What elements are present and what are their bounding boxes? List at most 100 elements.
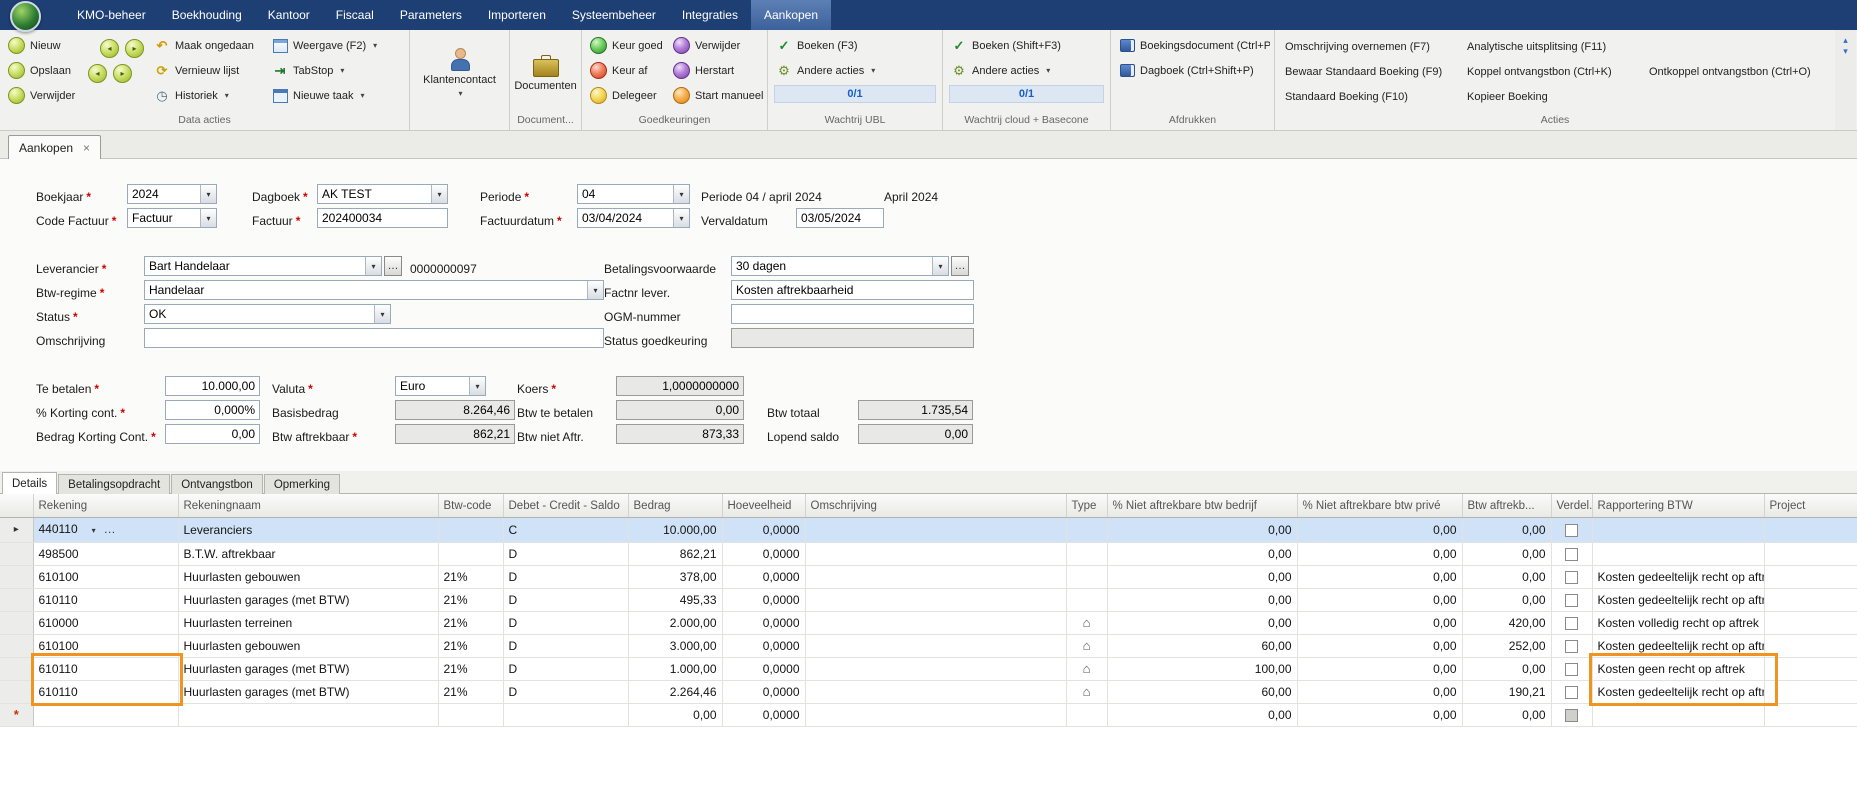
detail-tab-betalingsopdracht[interactable]: Betalingsopdracht (58, 474, 170, 494)
action-item-analytische-uitsplitsing-f11[interactable]: Analytische uitsplitsing (F11) (1463, 34, 1645, 59)
status-select[interactable]: OK▾ (144, 304, 391, 324)
column-header-btw-code[interactable]: Btw-code (438, 494, 503, 518)
menu-item-aankopen[interactable]: Aankopen (751, 0, 831, 30)
verdeel-checkbox[interactable] (1565, 524, 1578, 537)
action-item-koppel-ontvangstbon-ctrl-k[interactable]: Koppel ontvangstbon (Ctrl+K) (1463, 59, 1645, 84)
factuurdatum-select[interactable]: 03/04/2024▾ (577, 208, 690, 228)
start-manueel-button[interactable]: Start manueel (669, 83, 763, 108)
verdeel-checkbox[interactable] (1565, 686, 1578, 699)
cloud-queue-count[interactable]: 0/1 (949, 85, 1104, 103)
column-header-niet-aftrekbare-btw-bedrijf[interactable]: % Niet aftrekbare btw bedrijf (1107, 494, 1297, 518)
menu-item-integraties[interactable]: Integraties (669, 0, 751, 30)
verdeel-checkbox[interactable] (1565, 548, 1578, 561)
opslaan-button[interactable]: Opslaan (4, 58, 88, 83)
dagboek-select[interactable]: AK TEST▾ (317, 184, 448, 204)
column-header-bedrag[interactable]: Bedrag (628, 494, 722, 518)
action-item-standaard-boeking-f10[interactable]: Standaard Boeking (F10) (1281, 84, 1463, 109)
prev-record-button[interactable]: ◂ (100, 39, 119, 58)
factuur-input[interactable]: 202400034 (317, 208, 448, 228)
menu-item-fiscaal[interactable]: Fiscaal (323, 0, 387, 30)
boekingsdocument-button[interactable]: Boekingsdocument (Ctrl+P) (1115, 33, 1270, 58)
column-header-rapportering-btw[interactable]: Rapportering BTW (1592, 494, 1764, 518)
cloud-andere-acties-button[interactable]: ⚙ Andere acties ▾ (947, 58, 1106, 83)
klantencontact-button[interactable]: Klantencontact ▾ (414, 33, 505, 113)
dagboek-button[interactable]: Dagboek (Ctrl+Shift+P) (1115, 58, 1270, 83)
ogm-nummer-input[interactable] (731, 304, 974, 324)
tabstop-button[interactable]: ⇥ TabStop ▾ (268, 58, 400, 83)
historiek-button[interactable]: ◷ Historiek ▾ (150, 83, 268, 108)
app-logo[interactable] (10, 1, 41, 32)
menu-item-importeren[interactable]: Importeren (475, 0, 559, 30)
action-item-bewaar-standaard-boeking-f9[interactable]: Bewaar Standaard Boeking (F9) (1281, 59, 1463, 84)
menu-item-kantoor[interactable]: Kantoor (255, 0, 323, 30)
grid-row[interactable]: 610110Huurlasten garages (met BTW)21%D49… (0, 589, 1857, 612)
menu-item-systeembeheer[interactable]: Systeembeheer (559, 0, 669, 30)
action-item-omschrijving-overnemen-f7[interactable]: Omschrijving overnemen (F7) (1281, 34, 1463, 59)
verwijder-button[interactable]: Verwijder (4, 83, 88, 108)
last-record-button[interactable]: ▸ (113, 64, 132, 83)
cell-rekening[interactable] (33, 704, 178, 727)
ubl-queue-count[interactable]: 0/1 (774, 85, 936, 103)
action-item-kopieer-boeking[interactable]: Kopieer Boeking (1463, 84, 1645, 109)
maak-ongedaan-button[interactable]: ↶ Maak ongedaan (150, 33, 268, 58)
column-header-omschrijving[interactable]: Omschrijving (805, 494, 1066, 518)
verdeel-checkbox[interactable] (1565, 571, 1578, 584)
keur-goed-button[interactable]: Keur goed (586, 33, 669, 58)
vervaldatum-input[interactable]: 03/05/2024 (796, 208, 884, 228)
verdeel-checkbox[interactable] (1565, 640, 1578, 653)
column-header-btw-aftrekb[interactable]: Btw aftrekb... (1462, 494, 1551, 518)
tab-aankopen[interactable]: Aankopen × (8, 135, 101, 159)
menu-item-kmo-beheer[interactable]: KMO-beheer (64, 0, 159, 30)
cell-rekening[interactable]: 610110 (33, 658, 178, 681)
verdeel-checkbox[interactable] (1565, 594, 1578, 607)
ubl-andere-acties-button[interactable]: ⚙ Andere acties ▾ (772, 58, 938, 83)
cell-rekening[interactable]: 610110 (33, 589, 178, 612)
chevron-down-icon[interactable]: ▾ (92, 526, 96, 535)
first-record-button[interactable]: ◂ (88, 64, 107, 83)
grid-row[interactable]: 610100Huurlasten gebouwen21%D3.000,000,0… (0, 635, 1857, 658)
cell-rekening[interactable]: 610110 (33, 681, 178, 704)
leverancier-select[interactable]: Bart Handelaar▾ (144, 256, 382, 276)
column-header-type[interactable]: Type (1066, 494, 1107, 518)
nieuwe-taak-button[interactable]: Nieuwe taak ▾ (268, 83, 400, 108)
grid-row[interactable]: 610000Huurlasten terreinen21%D2.000,000,… (0, 612, 1857, 635)
scroll-up-icon[interactable]: ▴ (1843, 36, 1848, 45)
bedrag-korting-input[interactable]: 0,00 (165, 424, 260, 444)
ellipsis-lookup-button[interactable]: … (104, 522, 116, 536)
betalingsvoorwaarde-select[interactable]: 30 dagen▾ (731, 256, 949, 276)
column-header-rekeningnaam[interactable]: Rekeningnaam (178, 494, 438, 518)
close-icon[interactable]: × (83, 141, 90, 155)
grid-row[interactable]: *0,000,00000,000,000,00 (0, 704, 1857, 727)
code-factuur-select[interactable]: Factuur▾ (127, 208, 217, 228)
factnr-lever-input[interactable]: Kosten aftrekbaarheid (731, 280, 974, 300)
detail-tab-ontvangstbon[interactable]: Ontvangstbon (171, 474, 263, 494)
grid-row[interactable]: 610110Huurlasten garages (met BTW)21%D1.… (0, 658, 1857, 681)
cell-rekening[interactable]: 440110▾… (33, 518, 178, 543)
detail-tab-opmerking[interactable]: Opmerking (264, 474, 340, 494)
btw-regime-select[interactable]: Handelaar▾ (144, 280, 604, 300)
goedkeuring-verwijder-button[interactable]: Verwijder (669, 33, 763, 58)
delegeer-button[interactable]: Delegeer (586, 83, 669, 108)
action-item-ontkoppel-ontvangstbon-ctrl-o[interactable]: Ontkoppel ontvangstbon (Ctrl+O) (1645, 59, 1827, 84)
menu-item-parameters[interactable]: Parameters (387, 0, 475, 30)
omschrijving-input[interactable] (144, 328, 604, 348)
boekjaar-select[interactable]: 2024▾ (127, 184, 217, 204)
te-betalen-input[interactable]: 10.000,00 (165, 376, 260, 396)
grid-row[interactable]: 610110Huurlasten garages (met BTW)21%D2.… (0, 681, 1857, 704)
column-header-niet-aftrekbare-btw-priv[interactable]: % Niet aftrekbare btw privé (1297, 494, 1462, 518)
grid-row[interactable]: ▸440110▾…LeveranciersC10.000,000,00000,0… (0, 518, 1857, 543)
column-header-debet-credit-saldo[interactable]: Debet - Credit - Saldo (503, 494, 628, 518)
column-header-project[interactable]: Project (1764, 494, 1857, 518)
betalingsvoorwaarde-lookup-button[interactable]: … (951, 256, 969, 276)
verdeel-checkbox[interactable] (1565, 709, 1578, 722)
weergave-button[interactable]: Weergave (F2) ▾ (268, 33, 400, 58)
next-record-button[interactable]: ▸ (125, 39, 144, 58)
leverancier-lookup-button[interactable]: … (384, 256, 402, 276)
grid-row[interactable]: 498500B.T.W. aftrekbaarD862,210,00000,00… (0, 543, 1857, 566)
column-header-verdel[interactable]: Verdel... (1551, 494, 1592, 518)
cell-rekening[interactable]: 498500 (33, 543, 178, 566)
periode-select[interactable]: 04▾ (577, 184, 690, 204)
vernieuw-lijst-button[interactable]: ⟳ Vernieuw lijst (150, 58, 268, 83)
cell-rekening[interactable]: 610100 (33, 635, 178, 658)
menu-item-boekhouding[interactable]: Boekhouding (159, 0, 255, 30)
